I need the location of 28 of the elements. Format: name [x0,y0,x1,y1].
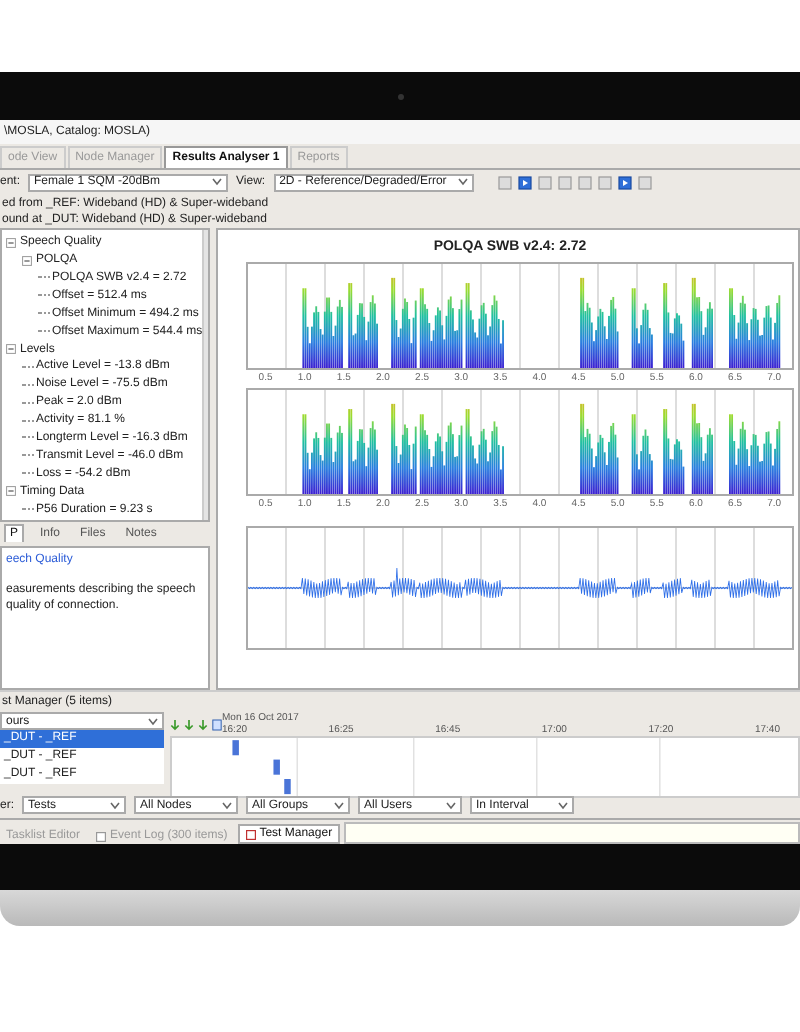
caret-icon [222,801,233,810]
collapse-icon[interactable] [6,486,16,497]
square-icon[interactable] [577,175,592,190]
arrow-icon[interactable] [198,718,208,733]
camera-dot [397,93,403,99]
caret-icon [212,178,223,187]
collapse-icon[interactable] [6,237,16,248]
collapse-icon[interactable] [6,344,16,355]
arrow-icon[interactable] [184,718,194,733]
square-icon[interactable] [637,175,652,190]
scrollbar[interactable] [202,229,208,520]
caret-icon [110,801,121,810]
caret-icon [558,801,569,810]
square-icon[interactable] [537,175,552,190]
play-icon[interactable] [617,175,632,190]
caret-icon [148,717,158,726]
document-icon[interactable] [212,718,222,733]
square-icon[interactable] [557,175,572,190]
caret-icon [457,178,468,187]
caret-icon [334,801,345,810]
window-icon [245,829,256,839]
window-icon [96,831,107,841]
caret-icon [446,801,457,810]
square-icon[interactable] [597,175,612,190]
arrow-icon[interactable] [170,718,180,733]
collapse-icon[interactable] [22,255,32,266]
square-icon[interactable] [497,175,512,190]
play-icon[interactable] [517,175,532,190]
